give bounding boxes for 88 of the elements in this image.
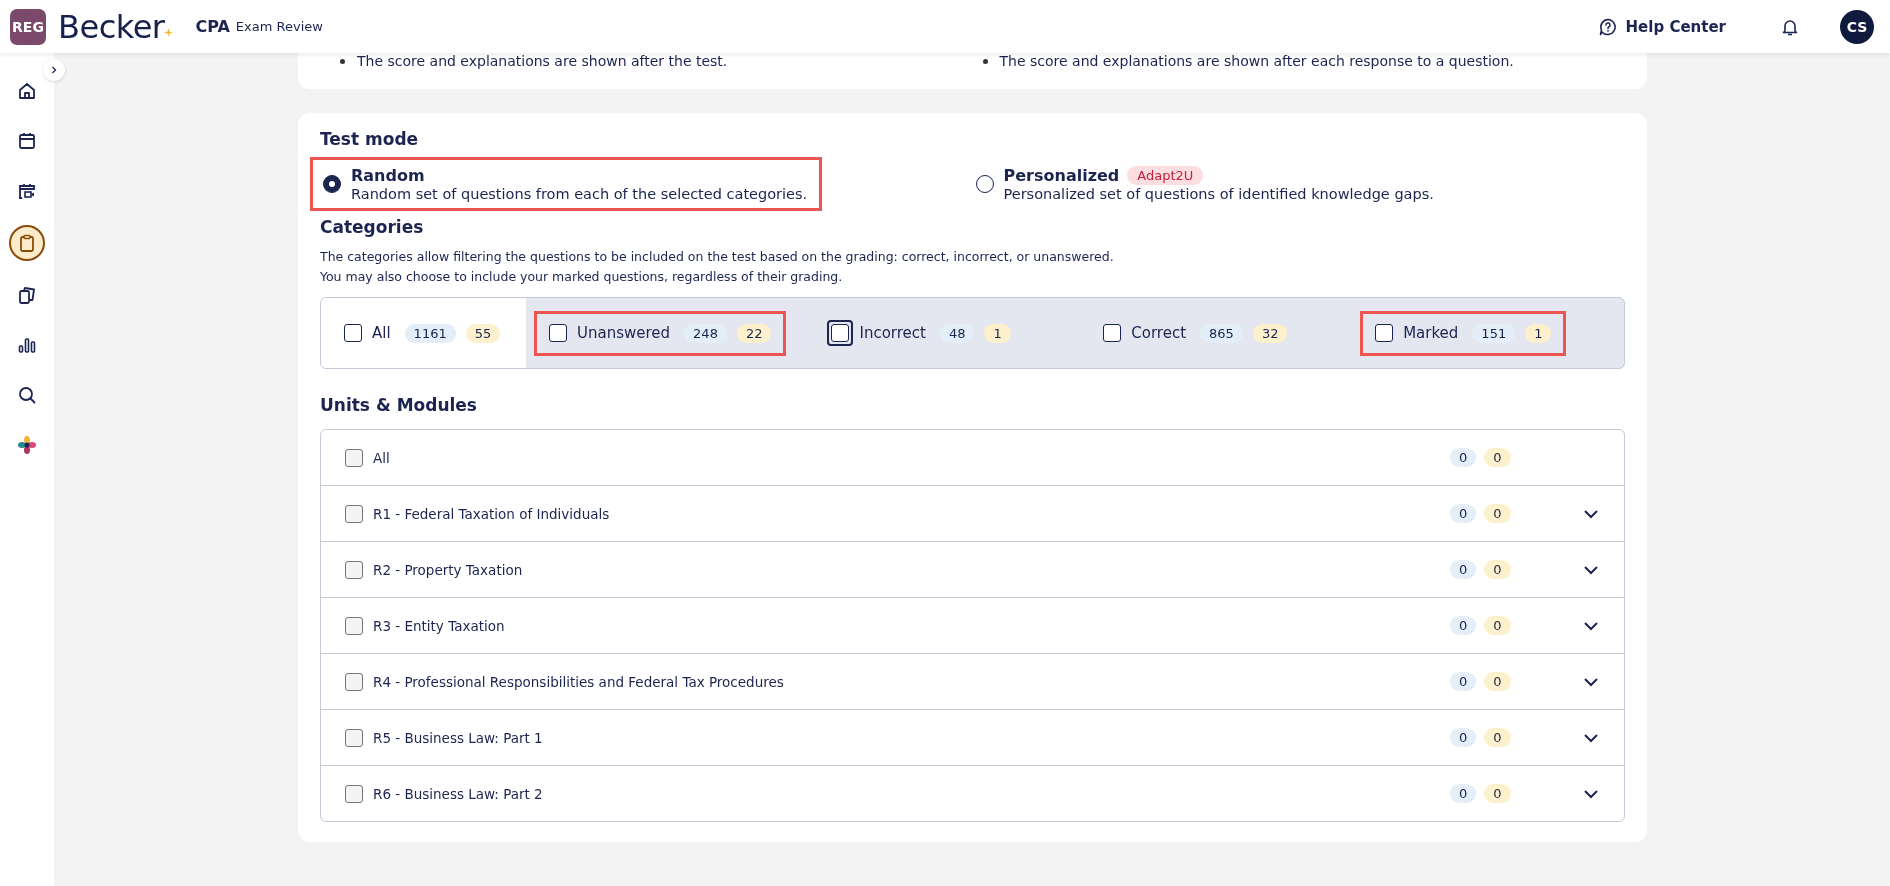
checkbox[interactable] [1375,324,1394,342]
count-pill: 0 [1484,504,1511,523]
count-pill: 0 [1450,784,1477,803]
category-option[interactable]: Correct 865 32 [1088,310,1303,356]
bullet-icon [340,58,345,64]
count-pill: 22 [736,323,772,343]
mode-badge: Adapt2U [1127,166,1204,185]
count-pill: 1161 [404,323,456,343]
mode-description: Personalized set of questions of identified knowledge gaps. [1003,186,1434,202]
count-pill: 1 [1525,323,1552,343]
checkbox[interactable] [344,324,362,342]
chevron-right-icon [50,66,58,74]
user-avatar[interactable]: CS [1840,9,1874,44]
highlight-frame[interactable]: Random Random set of questions from each of the selected categories. [310,157,823,211]
unit-label: R2 - Property Taxation [373,561,524,578]
bar-chart-icon [17,335,37,355]
count-pill: 48 [939,323,975,343]
unit-label: All [373,449,391,466]
unit-label: R6 - Business Law: Part 2 [373,785,544,802]
unit-label: R1 - Federal Taxation of Individuals [373,505,611,522]
search-icon [17,385,37,405]
checkbox[interactable] [345,504,363,523]
checkbox[interactable] [345,616,363,635]
subject-badge: REG [10,8,46,45]
count-pill: 151 [1472,323,1516,343]
count-pill: 0 [1450,560,1477,579]
product-name: CPA [195,17,230,36]
count-pill: 0 [1484,560,1511,579]
section-title: Test mode [320,129,420,149]
description-text: The categories allow filtering the questions to be included on the test based on the grading: correct, incorrect, or unanswered. [320,248,1115,266]
mode-label: Personalized [1003,166,1120,185]
count-pill: 0 [1450,728,1477,747]
count-pill: 1 [984,323,1011,343]
radio-button[interactable] [323,175,341,193]
mode-option[interactable]: Personalized Adapt2U Personalized set of questions of identified knowledge gaps. [962,157,1449,211]
category-label: Unanswered [577,324,671,342]
checkbox[interactable] [345,560,363,579]
checkbox[interactable] [345,448,363,467]
checkbox[interactable] [345,728,363,747]
product-subtitle: Exam Review [235,19,323,34]
clipboard-icon [17,233,37,253]
flower-icon [17,435,37,455]
description-text: You may also choose to include your marked questions, regardless of their grading. [320,268,844,286]
highlight-frame[interactable]: Unanswered 248 22 [534,310,787,356]
unit-label: R5 - Business Law: Part 1 [373,729,544,746]
bullet-icon [982,58,988,64]
count-pill: 865 [1200,323,1243,343]
count-pill: 0 [1450,616,1477,635]
note-text: The score and explanations are shown after each response to a question. [999,53,1514,69]
checkbox[interactable] [1103,324,1122,342]
help-center-link[interactable]: Help Center [1591,15,1732,38]
category-label: Marked [1403,324,1459,342]
expand-sidebar-button[interactable] [43,59,65,81]
count-pill: 0 [1484,784,1511,803]
category-option[interactable]: Incorrect 48 1 [816,310,1026,356]
sidebar-item[interactable] [9,225,45,261]
help-icon [1597,16,1618,37]
section-title: Units & Modules [320,395,478,415]
category-label: All [372,324,391,342]
note-text: The score and explanations are shown after the test. [357,53,728,69]
count-pill: 0 [1484,728,1511,747]
unit-label: R3 - Entity Taxation [373,617,506,634]
count-pill: 248 [684,323,727,343]
category-label: Correct [1131,324,1187,342]
count-pill: 0 [1484,616,1511,635]
radio-button[interactable] [975,175,994,193]
checkbox[interactable] [345,784,363,803]
count-pill: 0 [1484,672,1511,691]
home-icon [17,81,37,101]
category-label: Incorrect [859,324,926,342]
mode-description: Random set of questions from each of the selected categories. [351,186,808,202]
unit-label: R4 - Professional Responsibilities and Federal Tax Procedures [373,673,785,690]
count-pill: 0 [1450,504,1477,523]
cards-icon [17,285,37,305]
mode-label: Random [351,166,425,185]
count-pill: 0 [1484,448,1511,467]
logo: Becker [58,7,165,46]
checkbox[interactable] [345,672,363,691]
highlight-frame[interactable]: Marked 151 1 [1360,310,1567,356]
count-pill: 32 [1252,323,1288,343]
calendar-icon [17,131,37,151]
count-pill: 55 [465,323,501,343]
count-pill: 0 [1450,448,1477,467]
count-pill: 0 [1450,672,1477,691]
checkbox[interactable] [549,324,567,342]
section-title: Categories [320,217,425,237]
calendar-video-icon [17,181,37,201]
sparkle-icon [164,27,174,37]
